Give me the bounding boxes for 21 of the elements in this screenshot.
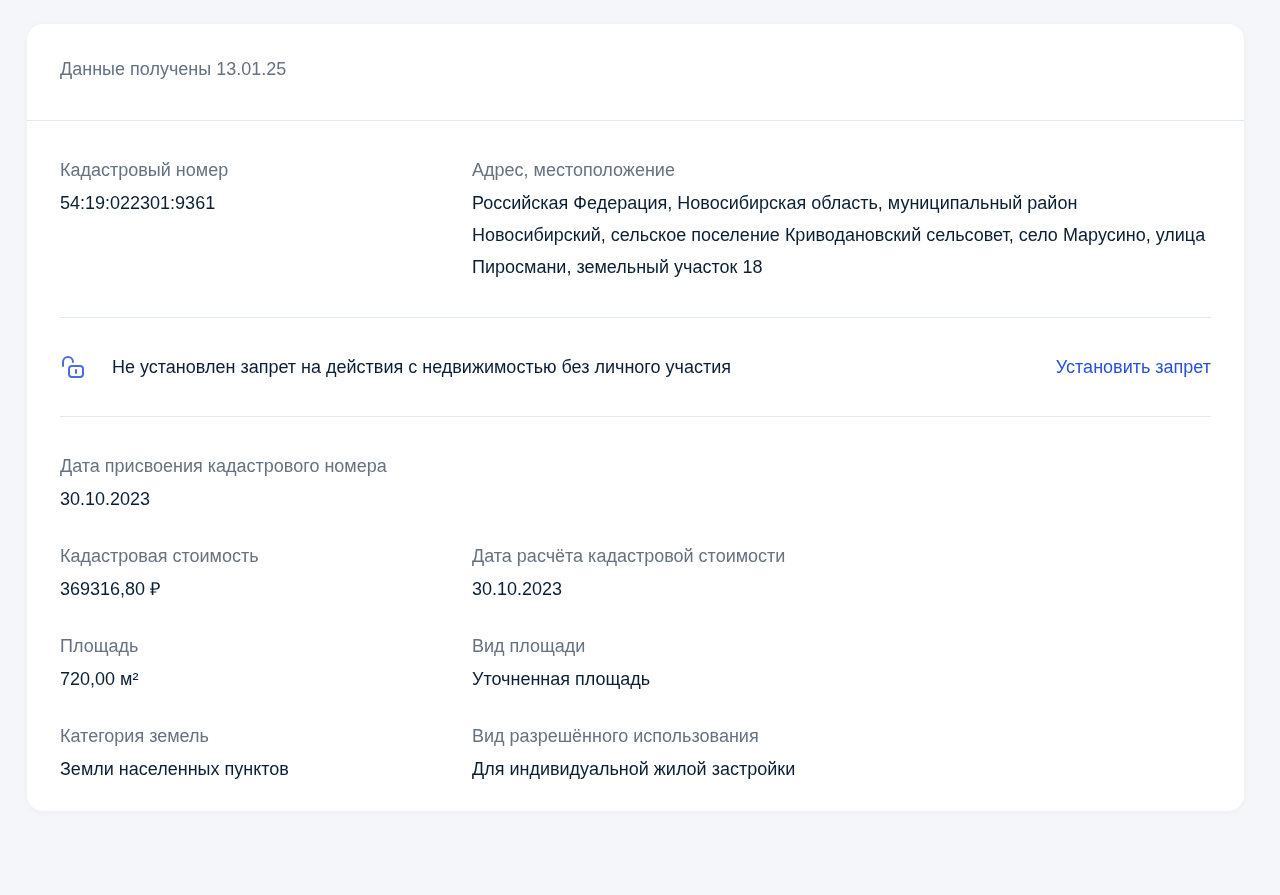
field-value: Земли населенных пунктов (60, 758, 290, 781)
field-label: Вид разрешённого использования (472, 725, 760, 748)
field-value: 720,00 м² (60, 668, 140, 691)
field-label: Кадастровый номер (60, 159, 230, 182)
field-value: Для индивидуальной жилой застройки (472, 758, 797, 781)
field-label: Дата присвоения кадастрового номера (60, 455, 388, 478)
field-label: Адрес, местоположение (472, 159, 676, 182)
data-date: Данные получены 13.01.25 (60, 58, 288, 81)
field-value: 30.10.2023 (472, 578, 564, 601)
field-label: Кадастровая стоимость (60, 545, 260, 568)
set-ban-link[interactable]: Установить запрет (1055, 356, 1211, 378)
field-label: Вид площади (472, 635, 587, 658)
field-value: Уточненная площадь (472, 668, 652, 691)
field-value: 54:19:022301:9361 (60, 192, 217, 215)
field-value: 30.10.2023 (60, 488, 152, 511)
notice-text: Не установлен запрет на действия с недвижимостью без личного участия (112, 356, 732, 378)
field-label: Категория земель (60, 725, 210, 748)
field-label: Площадь (60, 635, 140, 658)
field-value: 369316,80 ₽ (60, 578, 162, 601)
field-label: Дата расчёта кадастровой стоимости (472, 545, 787, 568)
field-value: Российская Федерация, Новосибирская область, муниципальный район Новосибирский, сельское поселение Криводановский сельсовет, село Марусино, улица Пиросмани, земельный участок 18 (472, 192, 1207, 279)
